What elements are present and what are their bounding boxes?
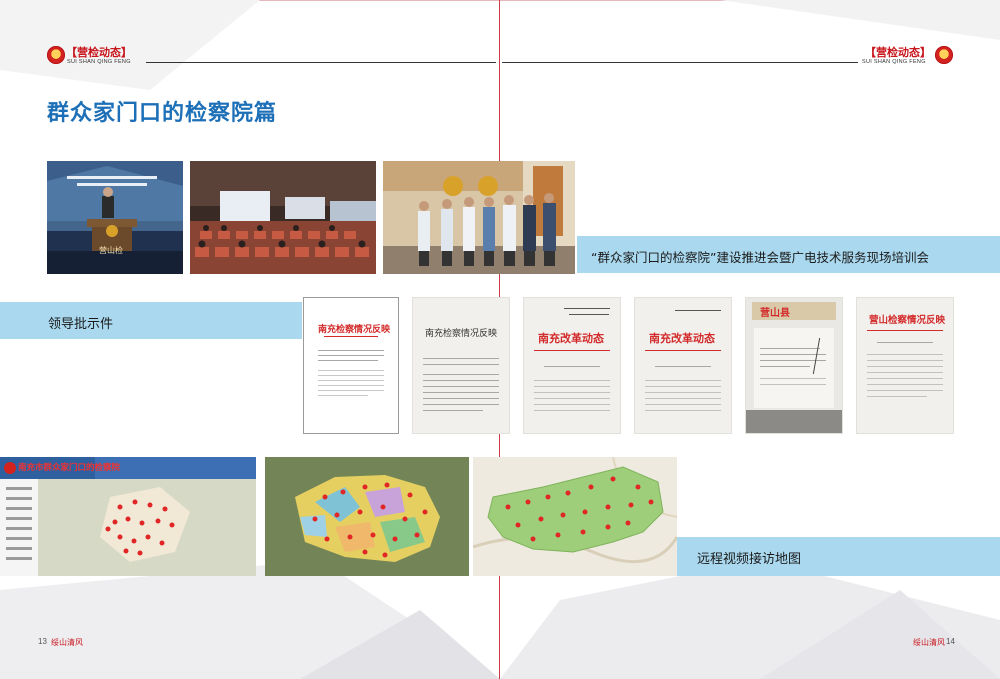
header-right-rule xyxy=(502,62,858,63)
document-heading: 南充改革动态 xyxy=(538,332,604,345)
document-thumbnail: 南充检察情况反映 xyxy=(412,297,510,434)
document-heading: 南充改革动态 xyxy=(649,332,715,345)
footer-right-name: 绥山清风 xyxy=(913,638,945,647)
podium-text: 营山检 xyxy=(99,246,123,255)
header-left-subtitle: SUI SHAN QING FENG xyxy=(67,59,131,65)
district-map xyxy=(265,457,469,576)
document-thumbnail: 营山检察情况反映 xyxy=(856,297,954,434)
header-right-subtitle: SUI SHAN QING FENG xyxy=(862,59,926,65)
footer-left-name: 绥山清风 xyxy=(51,638,83,647)
document-thumbnail: 南充改革动态 xyxy=(634,297,732,434)
document-heading: 南充检察情况反映 xyxy=(425,329,498,339)
header-left-title: 【营检动态】 xyxy=(66,46,132,59)
page-number-right: 14 xyxy=(946,637,955,646)
emblem-icon xyxy=(47,46,65,64)
document-heading: 营山检察情况反映 xyxy=(869,315,946,326)
auditorium-photo xyxy=(190,161,376,274)
training-caption: “群众家门口的检察院”建设推进会暨广电技术服务现场培训会 xyxy=(591,250,929,265)
page-title: 群众家门口的检察院篇 xyxy=(47,101,278,126)
header-left-rule xyxy=(146,62,496,63)
document-thumbnail: 南充检察情况反映 xyxy=(303,297,399,434)
page-number-left: 13 xyxy=(38,637,47,646)
document-thumbnail: 营山县 xyxy=(745,297,843,434)
header-right-title: 【营检动态】 xyxy=(865,46,931,59)
county-map xyxy=(473,457,677,576)
leader-caption-band xyxy=(0,302,302,339)
document-heading: 南充检察情况反映 xyxy=(318,325,391,335)
leader-caption: 领导批示件 xyxy=(48,317,114,332)
podium-photo: 营山检 xyxy=(47,161,183,274)
map-system-title: 南充市群众家门口的检察院 xyxy=(18,463,121,473)
officials-group-photo xyxy=(383,161,575,274)
map-caption: 远程视频接访地图 xyxy=(697,552,802,567)
document-thumbnail: 南充改革动态 xyxy=(523,297,621,434)
emblem-icon xyxy=(935,46,953,64)
map-system-screenshot: 南充市群众家门口的检察院 xyxy=(0,457,256,576)
document-heading: 营山县 xyxy=(760,308,790,319)
